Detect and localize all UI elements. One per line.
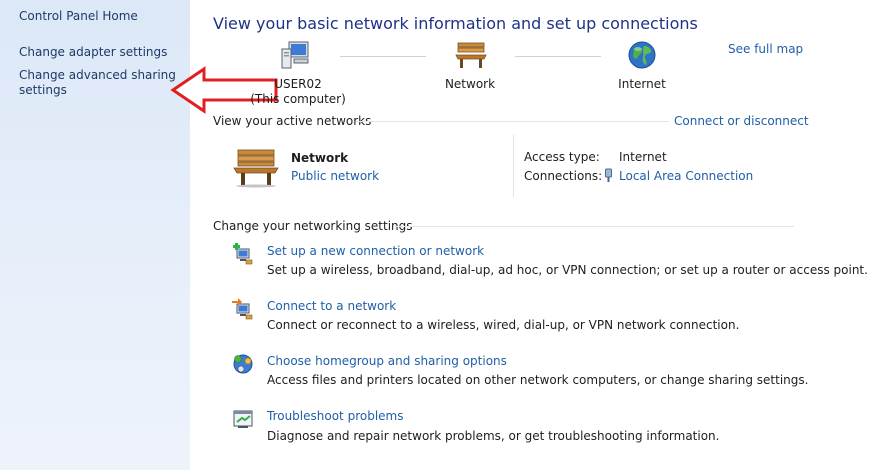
change-advanced-sharing-settings-link[interactable]: Change advanced sharing settings [19,68,176,98]
sharing-link-line2: settings [19,83,67,97]
troubleshoot-problems-link[interactable]: Troubleshoot problems [267,409,403,423]
internet-caption: Internet [618,77,666,91]
access-type-value: Internet [619,150,667,164]
access-type-label: Access type: [524,150,600,164]
active-network-bench-icon [232,146,280,188]
connect-or-disconnect-link[interactable]: Connect or disconnect [674,114,809,128]
sidebar: Control Panel Home Change adapter settin… [0,0,190,470]
map-connector-line-1 [340,56,426,57]
homegroup-icon[interactable] [232,353,254,375]
section-divider-line [356,121,669,122]
vertical-divider [513,135,514,197]
map-connector-line-2 [515,56,601,57]
see-full-map-link[interactable]: See full map [728,42,803,56]
change-settings-section-title: Change your networking settings [213,219,413,233]
connect-to-network-link[interactable]: Connect to a network [267,299,396,313]
connect-network-icon[interactable] [232,298,254,320]
change-adapter-settings-link[interactable]: Change adapter settings [19,45,167,60]
local-area-connection-link[interactable]: Local Area Connection [619,169,753,183]
computer-subtitle: (This computer) [250,92,346,106]
homegroup-sharing-options-link[interactable]: Choose homegroup and sharing options [267,354,507,368]
control-panel-home-link[interactable]: Control Panel Home [19,9,138,24]
page-title: View your basic network information and … [213,14,698,33]
troubleshoot-problems-description: Diagnose and repair network problems, or… [267,429,720,443]
sharing-link-line1: Change advanced sharing [19,68,176,82]
setup-new-connection-description: Set up a wireless, broadband, dial-up, a… [267,263,868,277]
setup-new-connection-link[interactable]: Set up a new connection or network [267,244,484,258]
connections-label: Connections: [524,169,603,183]
active-network-name: Network [291,151,349,165]
computer-caption: USER02 (This computer) [238,77,358,107]
main-content: View your basic network information and … [190,0,880,470]
network-bench-icon [454,40,488,70]
connect-to-network-description: Connect or reconnect to a wireless, wire… [267,318,740,332]
settings-divider-line [394,226,794,227]
public-network-link[interactable]: Public network [291,169,379,183]
computer-name: USER02 [274,77,322,91]
new-connection-icon[interactable] [232,243,254,265]
ethernet-plug-icon [604,168,613,183]
troubleshoot-icon[interactable] [232,408,254,430]
homegroup-sharing-options-description: Access files and printers located on oth… [267,373,809,387]
computer-icon [280,40,310,70]
network-caption: Network [444,77,496,91]
active-networks-section-title: View your active networks [213,114,372,128]
internet-globe-icon [627,40,657,70]
